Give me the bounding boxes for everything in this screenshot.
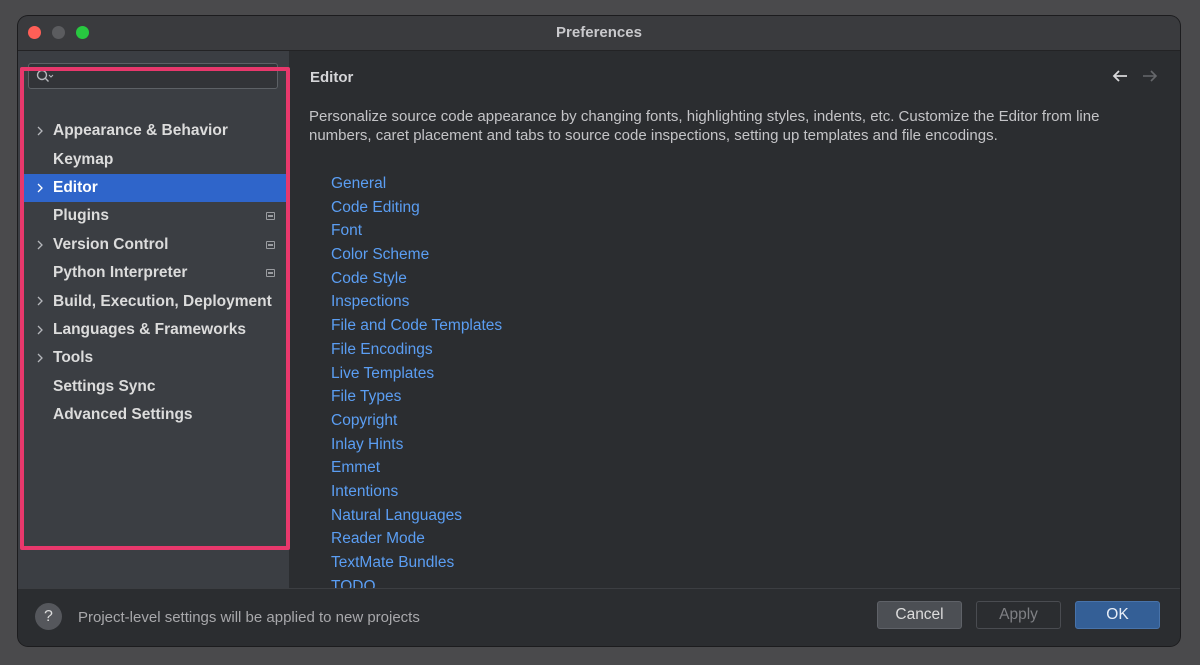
sidebar-item-label: Appearance & Behavior [53,122,228,140]
chevron-right-icon[interactable] [34,125,46,137]
forward-arrow-icon[interactable] [1142,69,1158,83]
sidebar-item-label: Advanced Settings [53,406,193,424]
sidebar-item-keymap[interactable]: Keymap [24,145,289,173]
search-icon [36,69,54,82]
sidebar-item-tools[interactable]: Tools [24,344,289,372]
link-intentions[interactable]: Intentions [331,481,502,505]
sidebar-item-label: Plugins [53,207,109,225]
sidebar-item-label: Tools [53,349,94,367]
settings-nav-tree: Appearance & Behavior Keymap Editor Plugins… [24,117,289,429]
settings-sidebar: Appearance & Behavior Keymap Editor Plugins… [18,51,289,589]
sidebar-item-label: Python Interpreter [53,264,188,282]
chevron-right-icon[interactable] [34,182,46,194]
preferences-window: Preferences Appearance & Behavior Keymap E… [18,16,1180,646]
page-title: Editor [310,69,354,86]
sidebar-item-label: Keymap [53,150,114,168]
project-level-settings-icon [266,268,275,277]
link-live-templates[interactable]: Live Templates [331,363,502,387]
link-reader-mode[interactable]: Reader Mode [331,528,502,552]
history-navigation [1112,69,1158,83]
link-font[interactable]: Font [331,220,502,244]
link-textmate-bundles[interactable]: TextMate Bundles [331,552,502,576]
link-file-and-code-templates[interactable]: File and Code Templates [331,315,502,339]
ok-button[interactable]: OK [1075,601,1160,629]
sidebar-item-languages-frameworks[interactable]: Languages & Frameworks [24,316,289,344]
sidebar-item-label: Build, Execution, Deployment [53,292,272,310]
footer-info-text: Project-level settings will be applied t… [78,609,420,626]
apply-button[interactable]: Apply [976,601,1061,629]
sidebar-item-plugins[interactable]: Plugins [24,202,289,230]
link-inspections[interactable]: Inspections [331,291,502,315]
chevron-right-icon[interactable] [34,295,46,307]
sidebar-item-build-execution-deployment[interactable]: Build, Execution, Deployment [24,287,289,315]
sidebar-item-settings-sync[interactable]: Settings Sync [24,373,289,401]
sidebar-item-editor[interactable]: Editor [24,173,289,203]
sidebar-item-label: Editor [53,178,98,196]
link-code-editing[interactable]: Code Editing [331,197,502,221]
link-copyright[interactable]: Copyright [331,410,502,434]
editor-description: Personalize source code appearance by ch… [309,108,1100,144]
link-emmet[interactable]: Emmet [331,457,502,481]
content-panel: Editor Personalize source code appearanc… [289,51,1180,595]
chevron-right-icon[interactable] [34,239,46,251]
link-file-types[interactable]: File Types [331,386,502,410]
chevron-right-icon[interactable] [34,324,46,336]
sidebar-item-label: Languages & Frameworks [53,320,246,338]
sidebar-item-python-interpreter[interactable]: Python Interpreter [24,259,289,287]
sidebar-item-appearance-behavior[interactable]: Appearance & Behavior [24,117,289,145]
project-level-settings-icon [266,240,275,249]
sidebar-item-label: Version Control [53,235,169,253]
help-button[interactable]: ? [35,603,62,630]
back-arrow-icon[interactable] [1112,69,1128,83]
sidebar-item-version-control[interactable]: Version Control [24,231,289,259]
link-color-scheme[interactable]: Color Scheme [331,244,502,268]
link-code-style[interactable]: Code Style [331,268,502,292]
sidebar-item-advanced-settings[interactable]: Advanced Settings [24,401,289,429]
dialog-footer: ? Project-level settings will be applied… [18,588,1180,646]
project-level-settings-icon [266,212,275,221]
title-bar: Preferences [18,16,1180,51]
sidebar-item-label: Settings Sync [53,377,156,395]
settings-search-input[interactable] [28,63,278,89]
link-inlay-hints[interactable]: Inlay Hints [331,434,502,458]
link-file-encodings[interactable]: File Encodings [331,339,502,363]
cancel-button[interactable]: Cancel [877,601,962,629]
link-general[interactable]: General [331,173,502,197]
editor-subsection-links: General Code Editing Font Color Scheme Code … [331,173,502,599]
chevron-right-icon[interactable] [34,352,46,364]
window-title: Preferences [556,24,642,41]
link-natural-languages[interactable]: Natural Languages [331,505,502,529]
